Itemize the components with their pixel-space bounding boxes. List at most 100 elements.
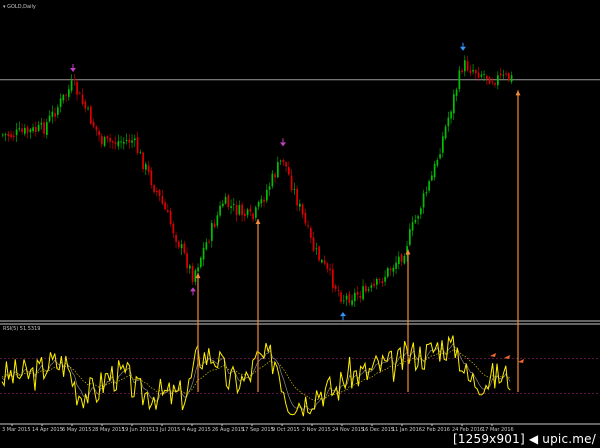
candle-body (466, 61, 469, 71)
candle-body (142, 152, 144, 170)
candle-body (147, 165, 150, 172)
candle-body (428, 181, 430, 191)
candle-body (378, 279, 381, 280)
rsi-line (1, 335, 511, 417)
candle-body (321, 259, 323, 263)
candle-body (224, 197, 227, 204)
candle-body (376, 278, 378, 285)
candle-body (359, 296, 362, 299)
candle-body (255, 207, 257, 218)
candle-body (392, 267, 395, 272)
candle-body (431, 175, 433, 181)
candle-body (191, 266, 194, 282)
candle-body (112, 141, 114, 143)
candle-body (46, 122, 48, 136)
candle-body (156, 190, 158, 193)
candle-body (120, 141, 122, 143)
divergence-arrow-icon (515, 90, 521, 96)
candle-body (123, 141, 125, 144)
candle-body (260, 199, 263, 204)
candle-body (362, 286, 364, 300)
candle-body (230, 206, 232, 208)
candle-body (475, 70, 477, 74)
candle-body (370, 285, 373, 288)
candle-body (403, 255, 406, 264)
candle-body (213, 223, 216, 228)
candle-body (263, 199, 265, 202)
candle-body (70, 80, 73, 91)
candle-body (90, 106, 92, 124)
candle-body (172, 223, 175, 234)
swing-arrow-down-icon (460, 46, 466, 51)
candle-body (477, 72, 480, 78)
x-tick-label: 14 Apr 2015 (32, 427, 63, 433)
x-tick-label: 3 Mar 2015 (2, 427, 31, 433)
candle-body (246, 209, 249, 216)
candle-body (79, 92, 81, 94)
x-tick-label: 26 Aug 2015 (212, 427, 244, 433)
candle-body (35, 126, 37, 132)
candle-body (307, 225, 309, 227)
candle-body (235, 205, 238, 216)
x-tick-label: 2 Feb 2016 (422, 427, 450, 433)
candle-body (453, 94, 455, 114)
candle-body (279, 160, 282, 162)
candle-body (433, 164, 436, 178)
candle-body (296, 188, 298, 206)
candle-body (323, 260, 326, 264)
candle-body (197, 267, 199, 272)
x-tick-label: 19 Jun 2015 (122, 427, 152, 433)
candle-body (293, 189, 296, 190)
candle-body (241, 204, 243, 216)
candle-body (101, 135, 103, 145)
candle-body (447, 117, 450, 127)
candle-body (288, 167, 290, 175)
candle-body (103, 137, 106, 146)
divergence-arrow-icon (195, 273, 201, 279)
candle-body (117, 141, 120, 147)
candle-body (32, 127, 34, 131)
candle-body (244, 213, 246, 217)
x-tick-label: 24 Nov 2015 (332, 427, 364, 433)
candle-body (150, 170, 153, 186)
candle-body (299, 203, 301, 207)
candle-body (153, 185, 155, 192)
candle-body (442, 136, 444, 153)
x-tick-label: 2 Nov 2015 (302, 427, 331, 433)
candle-body (345, 295, 348, 300)
candle-body (494, 83, 496, 85)
candle-body (301, 204, 304, 215)
candle-body (343, 300, 345, 302)
swing-arrow-up-icon (190, 287, 196, 292)
candle-body (389, 268, 392, 271)
candle-body (59, 98, 62, 107)
candle-body (439, 154, 441, 159)
candle-body (95, 126, 98, 131)
candle-body (337, 289, 340, 291)
rsi-marker-icon (518, 359, 524, 363)
candle-body (455, 89, 458, 96)
candle-body (285, 162, 287, 167)
candle-body (312, 237, 315, 251)
candle-body (486, 75, 488, 79)
rsi-marker-icon (490, 353, 496, 357)
x-tick-label: 16 Dec 2015 (362, 427, 394, 433)
candle-body (194, 270, 197, 282)
candle-body (425, 192, 428, 194)
x-tick-label: 9 Oct 2015 (272, 427, 300, 433)
candle-body (238, 205, 241, 215)
candle-body (21, 128, 23, 132)
candle-body (340, 292, 342, 302)
candle-body (92, 121, 95, 127)
candle-body (4, 134, 7, 135)
candle-body (373, 283, 375, 287)
candle-body (73, 79, 76, 81)
candle-body (420, 208, 422, 215)
candle-body (84, 102, 87, 109)
candle-body (43, 122, 45, 134)
watermark: [1259x901] ◀ upic.me/ (452, 432, 596, 446)
candle-body (68, 89, 70, 97)
candle-body (18, 128, 21, 130)
candle-body (15, 129, 18, 136)
candle-body (488, 77, 491, 84)
